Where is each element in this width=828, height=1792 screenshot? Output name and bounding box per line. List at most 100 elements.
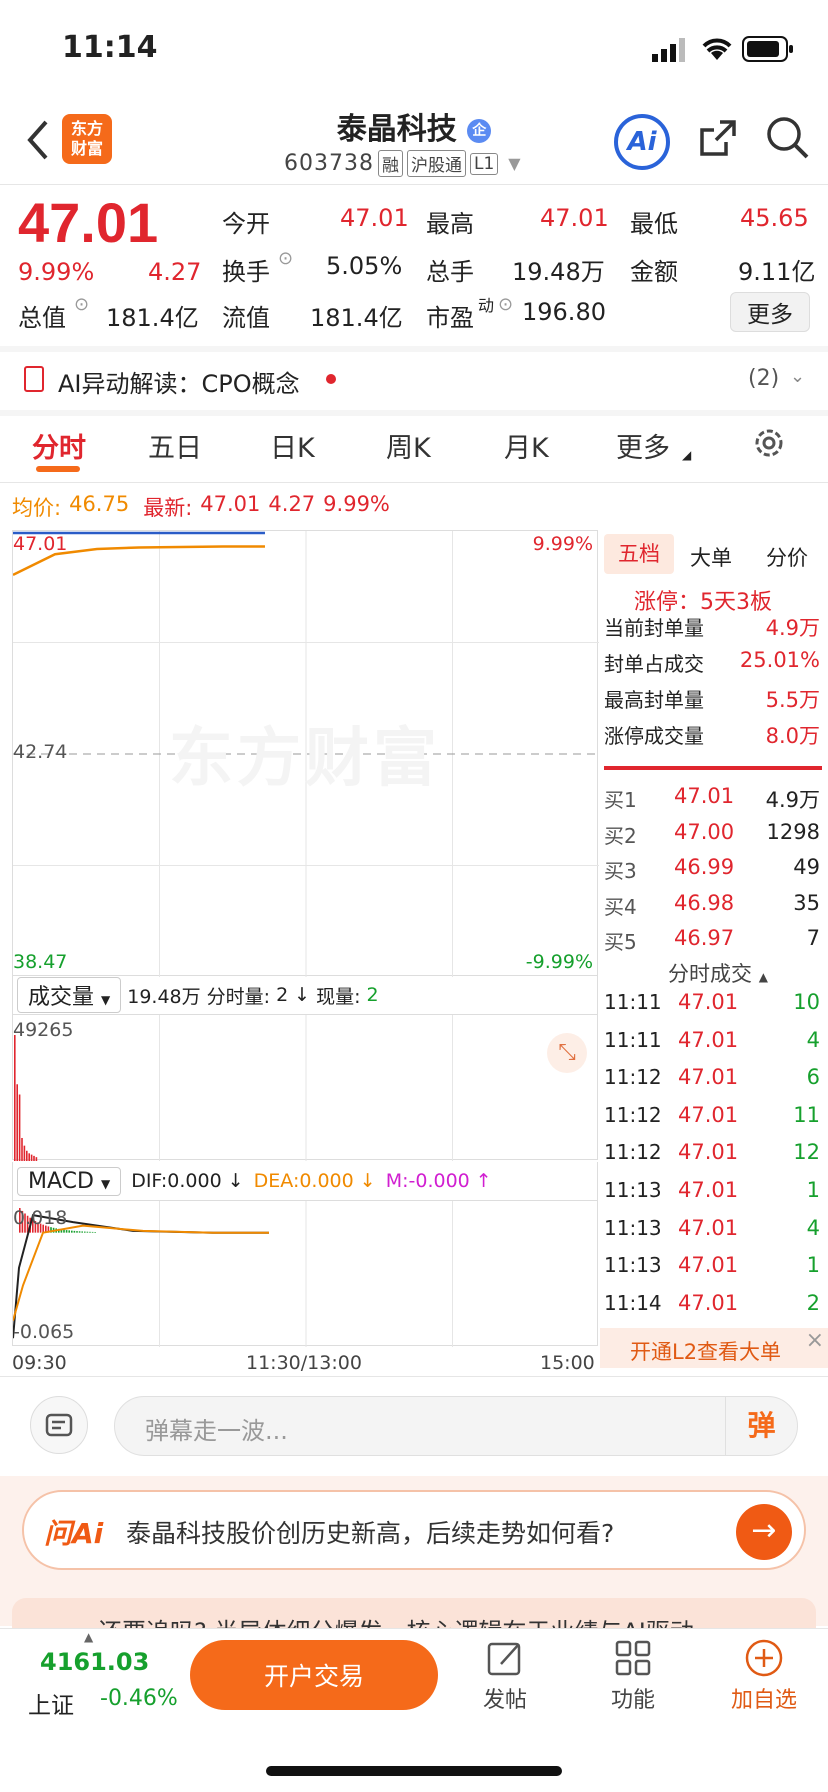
search-icon[interactable]: [766, 116, 810, 164]
danmu-placeholder: 弹幕走一波...: [145, 1417, 288, 1445]
danmu-input[interactable]: 弹幕走一波... 弹: [114, 1396, 798, 1456]
volume-select[interactable]: 成交量 ▼: [17, 977, 122, 1013]
danmu-send-button[interactable]: 弹: [725, 1397, 797, 1455]
stat-value: 25.01%: [739, 648, 820, 672]
y-bottom-label: 38.47: [13, 951, 68, 973]
open-account-button[interactable]: 开户交易: [190, 1640, 438, 1710]
volume-top-label: 49265: [13, 1019, 74, 1041]
macd-header: MACD ▼ DIF:0.000 ↓ DEA:0.000 ↓ M:-0.000 …: [12, 1162, 598, 1200]
stat-label: 当前封单量: [604, 616, 704, 640]
trade-volume: 10: [793, 990, 820, 1014]
trade-volume: 11: [793, 1102, 820, 1127]
home-indicator: [266, 1766, 562, 1776]
expand-icon[interactable]: ⤡: [547, 1033, 587, 1073]
volume-chart[interactable]: 49265 ⤡: [12, 1014, 598, 1161]
chevron-down-icon[interactable]: ▼: [508, 154, 520, 173]
macd-bar: [63, 1229, 65, 1233]
function-button[interactable]: 功能: [598, 1638, 668, 1714]
macd-m: M:-0.000 ↑: [385, 1170, 492, 1192]
macd-bar: [81, 1231, 83, 1233]
stock-code: 603738: [284, 151, 374, 176]
trades-title[interactable]: 分时成交 ▲: [668, 958, 768, 988]
trade-price: 47.01: [678, 990, 739, 1014]
news-peek[interactable]: 还要追吗? 半导体细分爆发，核心逻辑在于业绩与AI驱动: [12, 1598, 816, 1628]
trade-price: 47.01: [678, 1290, 739, 1315]
pct-bottom-label: -9.99%: [525, 951, 593, 973]
ask-ai-box[interactable]: 问Ai 泰晶科技股价创历史新高，后续走势如何看? →: [22, 1490, 806, 1570]
red-dot-icon: [326, 374, 336, 384]
bid-label: 买4: [604, 894, 637, 919]
trade-price: 47.01: [678, 1253, 739, 1278]
tab-intraday[interactable]: 分时: [32, 426, 86, 465]
bid-label: 买5: [604, 930, 637, 954]
tab-five-day[interactable]: 五日: [148, 426, 202, 465]
price-chart[interactable]: 东方财富 47.01 42.74 38.47 9.99% -9.99%: [12, 530, 599, 977]
amount-value: 9.11亿: [738, 258, 816, 286]
macd-bar: [84, 1231, 86, 1233]
signal-icon: [652, 38, 688, 66]
arrow-right-icon[interactable]: →: [736, 1504, 792, 1560]
avg-label: 均价:: [12, 496, 62, 520]
pe-sup: 动: [478, 296, 495, 315]
news-peek-text: 还要追吗? 半导体细分爆发，核心逻辑在于业绩与AI驱动: [98, 1612, 694, 1628]
bid-price: 46.99: [674, 855, 735, 879]
share-icon[interactable]: [696, 116, 740, 164]
volume-header: 成交量 ▼ 19.48万 分时量: 2 ↓ 现量: 2: [12, 976, 598, 1014]
float-value: 181.4亿: [310, 304, 403, 332]
trade-time: 11:11: [604, 990, 662, 1014]
macd-dea-line: [12, 1224, 269, 1321]
volume-bar: [16, 1084, 18, 1161]
ai-banner[interactable]: AI异动解读：CPO概念 (2) ⌄: [0, 352, 828, 408]
post-button[interactable]: 发帖: [470, 1638, 540, 1714]
ai-banner-count: (2): [748, 366, 780, 391]
function-label: 功能: [610, 1688, 655, 1713]
status-time: 11:14: [62, 30, 158, 65]
float-label: 流值: [222, 304, 270, 332]
trade-price: 47.01: [678, 1140, 739, 1165]
l2-text: 开通L2查看大单: [630, 1340, 782, 1364]
macd-bar: [89, 1231, 91, 1233]
grid-icon: [615, 1640, 651, 1676]
bid-price: 46.97: [674, 926, 735, 950]
trade-price: 47.01: [678, 1027, 739, 1052]
side-tab-five[interactable]: 五档: [604, 534, 674, 574]
tab-more[interactable]: 更多: [616, 426, 670, 465]
l2-banner[interactable]: 开通L2查看大单 ×: [600, 1328, 828, 1368]
index-value[interactable]: 4161.03: [40, 1648, 149, 1676]
volume-bar: [23, 1145, 26, 1161]
side-tab-big[interactable]: 大单: [690, 542, 732, 572]
gear-icon[interactable]: [752, 426, 786, 464]
info-icon[interactable]: ⊙: [74, 294, 89, 315]
tab-month-k[interactable]: 月K: [504, 426, 549, 465]
macd-select[interactable]: MACD ▼: [17, 1166, 122, 1196]
volume-v1: 2: [276, 984, 289, 1006]
stat-value: 8.0万: [765, 724, 820, 748]
more-button[interactable]: 更多: [730, 292, 810, 332]
tab-week-k[interactable]: 周K: [386, 426, 431, 465]
add-watchlist-button[interactable]: 加自选: [724, 1638, 804, 1714]
tag-margin: 融: [377, 150, 403, 177]
danmu-settings-icon[interactable]: [30, 1396, 88, 1454]
watermark: 东方财富: [169, 722, 441, 796]
macd-chart[interactable]: 0.018 -0.065: [12, 1200, 598, 1347]
trade-time: 11:12: [604, 1065, 662, 1090]
close-icon[interactable]: ×: [806, 1328, 824, 1353]
volume-bar: [26, 1150, 28, 1161]
triangle-icon: ◢: [682, 448, 692, 462]
side-tab-price[interactable]: 分价: [766, 542, 808, 572]
change-pct: 9.99%: [18, 258, 95, 286]
info-icon[interactable]: ⊙: [278, 248, 293, 269]
stats-divider: [604, 766, 822, 770]
open-value: 47.01: [340, 204, 409, 232]
index-change: -0.46%: [100, 1686, 178, 1711]
macd-bar: [71, 1230, 73, 1233]
trade-time: 11:13: [604, 1178, 662, 1202]
volume-chart-svg: [14, 1015, 453, 1161]
tab-day-k[interactable]: 日K: [270, 426, 315, 465]
macd-top-label: 0.018: [13, 1207, 68, 1229]
info-icon[interactable]: ⊙: [498, 294, 513, 315]
ai-button[interactable]: Ai: [614, 114, 670, 170]
volume-bar: [21, 1137, 23, 1161]
volume-total: 19.48万: [127, 985, 201, 1008]
bid-volume: 7: [806, 926, 820, 950]
